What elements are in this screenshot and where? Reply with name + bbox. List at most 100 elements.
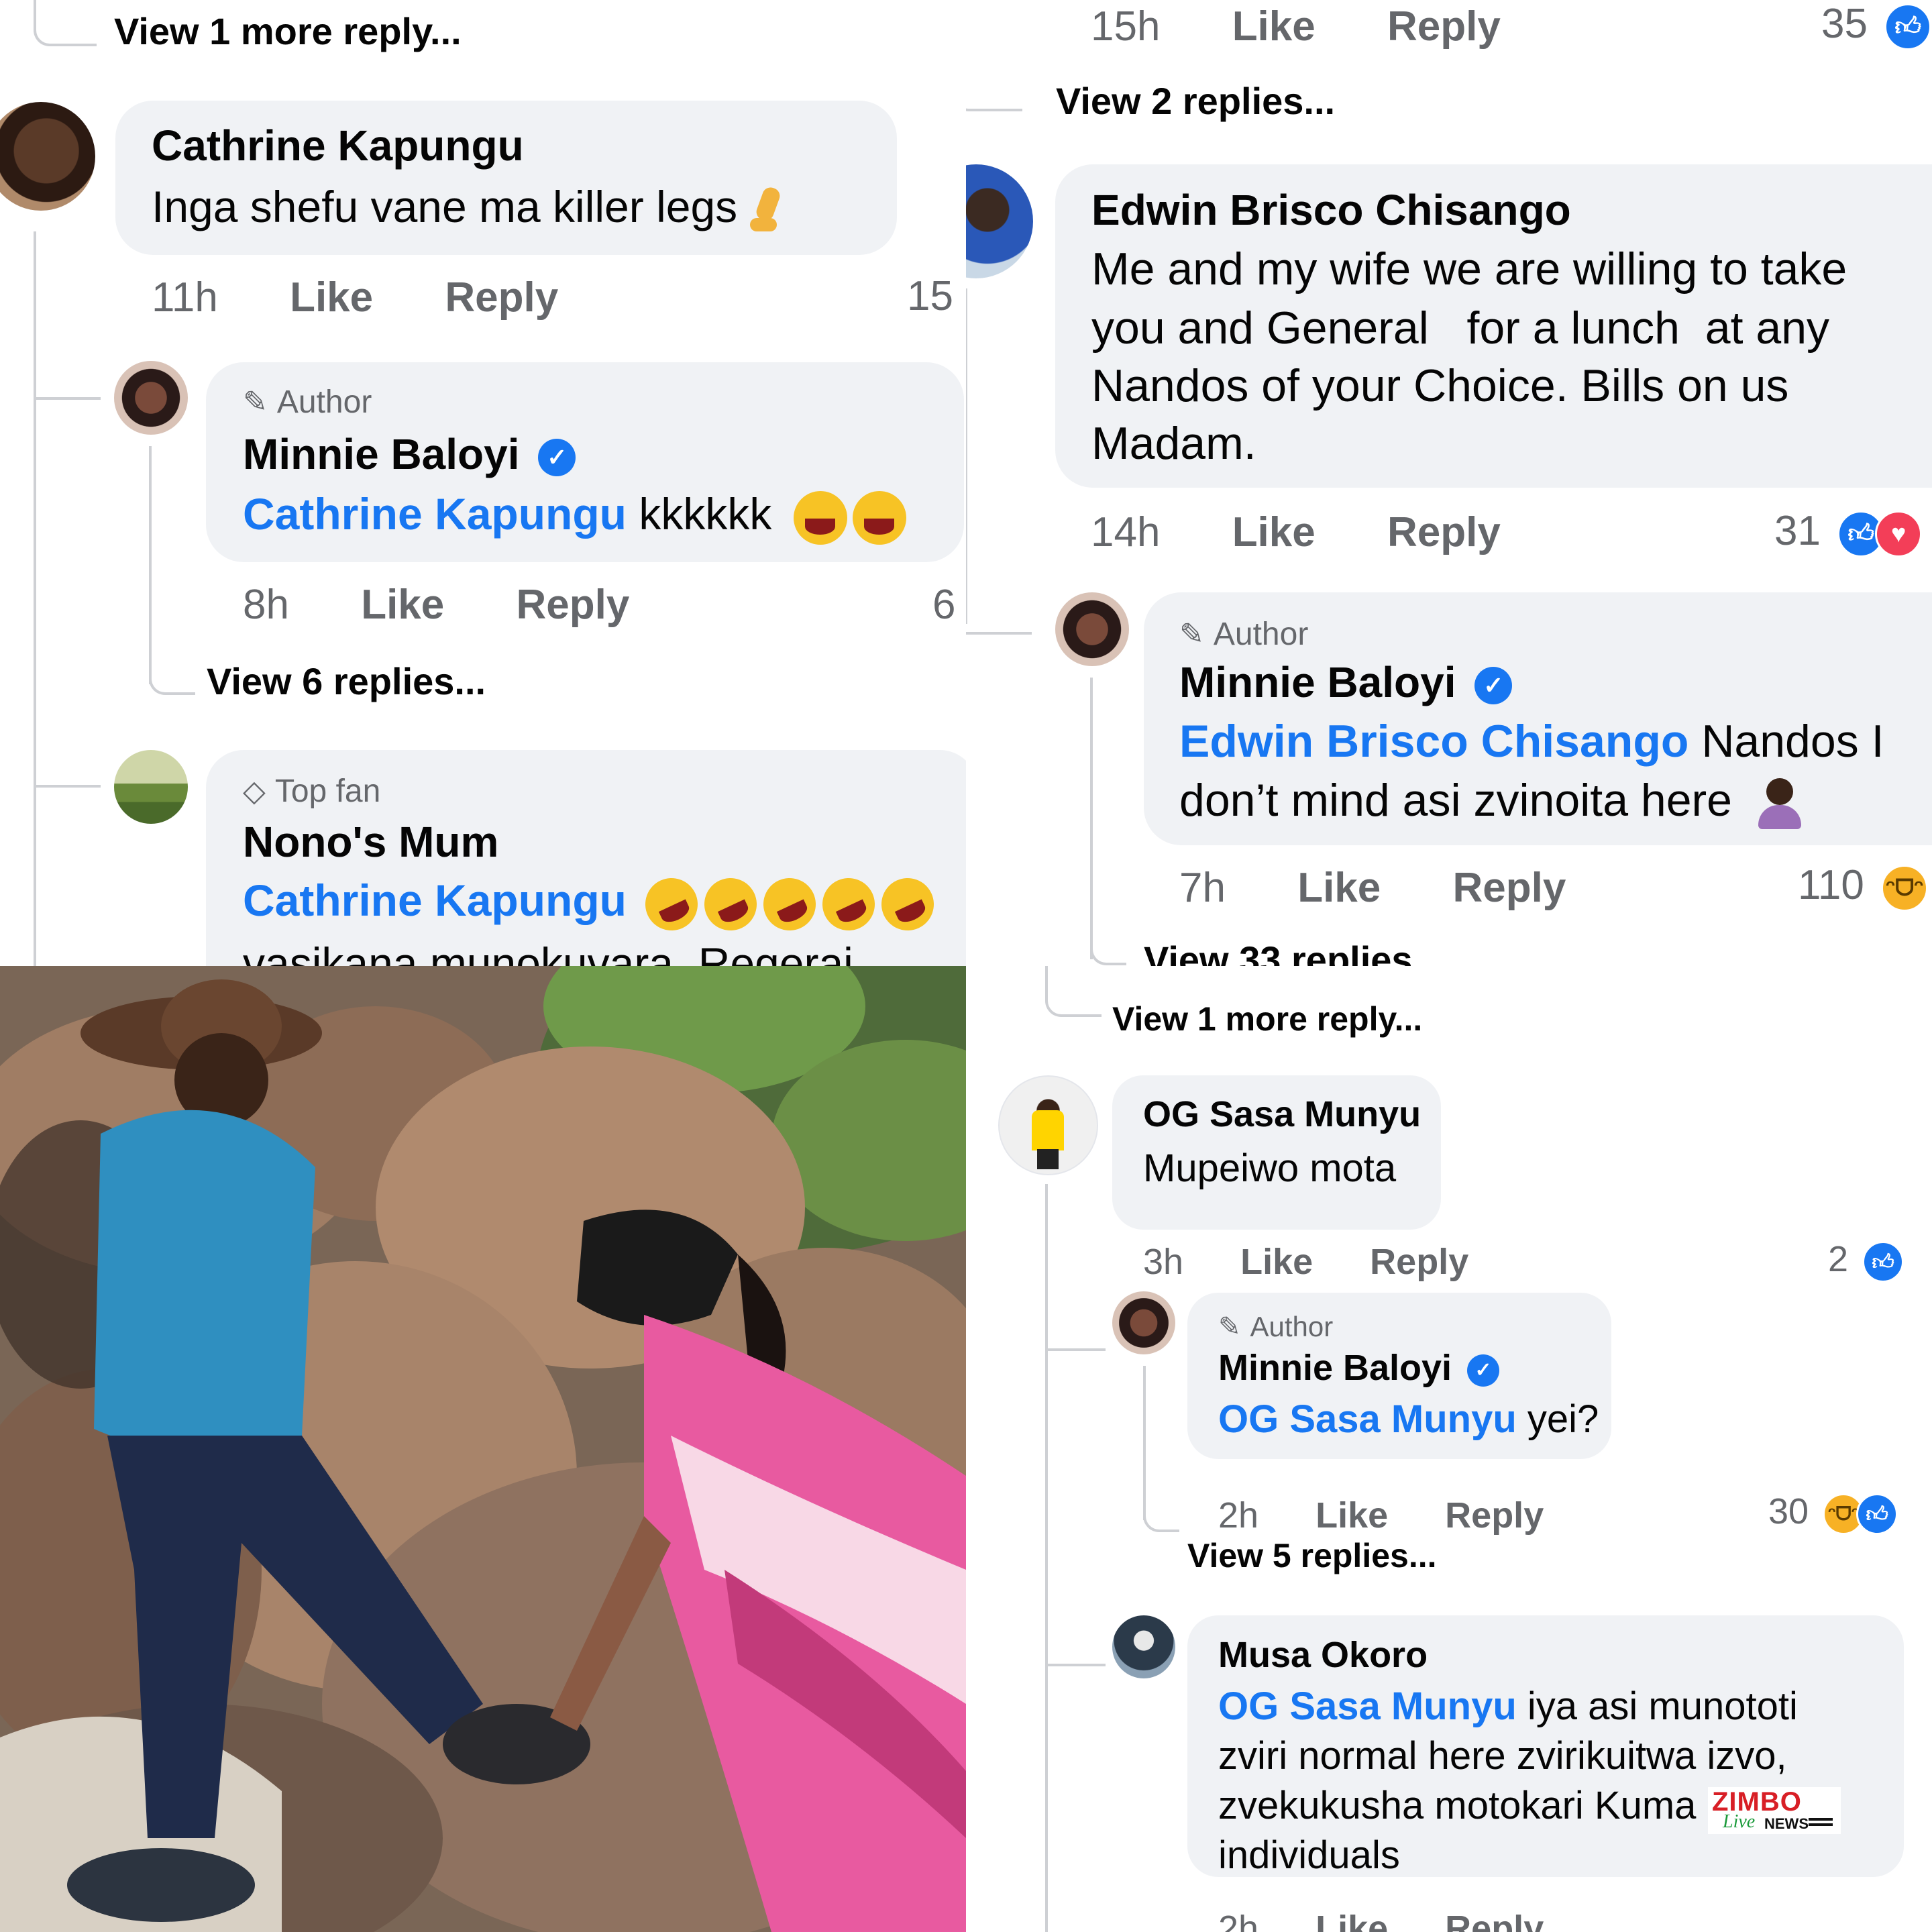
comment-time[interactable]: 2h (1218, 1495, 1258, 1536)
reply-button[interactable]: Reply (1387, 509, 1501, 555)
reply-button[interactable]: Reply (1387, 3, 1501, 50)
comment-author-name[interactable]: Minnie Baloyi ✓ (1218, 1347, 1500, 1389)
top-fan-badge: ◇ Top fan (243, 773, 380, 810)
comment-text-line: don’t mind asi zvinoita here (1179, 774, 1807, 830)
zimbo-live-news-watermark: ZIMBO Live NEWS (1708, 1787, 1841, 1834)
thread-line (149, 637, 195, 695)
comment-text-line: Me and my wife we are willing to take (1091, 244, 1847, 294)
view-more-replies-link[interactable]: View 1 more reply... (114, 9, 462, 53)
comment-author-name[interactable]: Edwin Brisco Chisango (1091, 185, 1571, 235)
like-button[interactable]: Like (290, 274, 373, 321)
comment-author-name[interactable]: Cathrine Kapungu (152, 121, 524, 170)
author-name-text: Minnie Baloyi (1179, 658, 1456, 706)
like-button[interactable]: Like (1297, 865, 1381, 911)
comment-time[interactable]: 3h (1143, 1242, 1183, 1282)
comment-text: Edwin Brisco Chisango Nandos I (1179, 715, 1884, 767)
thread-line (1090, 932, 1126, 965)
author-name-text: Minnie Baloyi (243, 430, 520, 478)
reaction-count[interactable]: 15 (907, 272, 953, 320)
photo (0, 966, 966, 1932)
rofl-emoji-icon (814, 869, 884, 939)
comment-text-body: iya asi munototi (1516, 1684, 1798, 1728)
reply-button[interactable]: Reply (1445, 1495, 1544, 1536)
haha-reaction-icon: ᵔᗜᵔ (1881, 864, 1929, 912)
like-reaction-icon: 👍︎ (1884, 3, 1932, 50)
comment-text-body: Inga shefu vane ma killer legs (152, 182, 738, 231)
avatar[interactable] (114, 361, 188, 435)
comment-text: Cathrine Kapungu (243, 869, 943, 939)
comment-text-line: Madam. (1091, 418, 1256, 469)
author-name-text: Minnie Baloyi (1218, 1348, 1452, 1388)
reaction-count[interactable]: 35 👍︎ (1821, 0, 1932, 50)
mention-link[interactable]: Cathrine Kapungu (243, 875, 627, 925)
comment-author-name[interactable]: Minnie Baloyi ✓ (1179, 657, 1513, 707)
avatar[interactable] (998, 1075, 1098, 1175)
comment-time[interactable]: 2h (1218, 1909, 1258, 1932)
reply-button[interactable]: Reply (445, 274, 558, 321)
thread-line (34, 0, 97, 46)
view-more-replies-link[interactable]: View 2 replies... (1056, 79, 1335, 123)
like-button[interactable]: Like (1316, 1909, 1388, 1932)
like-reaction-icon: 👍︎ (1862, 1240, 1904, 1283)
thread-line (1143, 1366, 1146, 1520)
like-button[interactable]: Like (361, 582, 444, 628)
reply-button[interactable]: Reply (1445, 1909, 1544, 1932)
avatar[interactable] (1112, 1291, 1175, 1354)
author-badge: ✎ Author (1179, 616, 1308, 653)
reaction-count[interactable]: 31 👍︎ ♥ (1774, 507, 1923, 557)
view-more-replies-link[interactable]: View 6 replies... (207, 659, 486, 703)
comment-text-body: yei? (1516, 1397, 1599, 1441)
view-more-replies-link[interactable]: View 1 more reply... (1112, 1000, 1422, 1038)
comment-text: OG Sasa Munyu iya asi munototi (1218, 1684, 1798, 1729)
avatar[interactable] (1112, 1615, 1175, 1678)
comment-time[interactable]: 8h (243, 582, 289, 628)
comment-text-line: individuals (1218, 1833, 1400, 1877)
mention-link[interactable]: OG Sasa Munyu (1218, 1684, 1517, 1728)
reply-button[interactable]: Reply (1453, 865, 1566, 911)
comment-text-line: zviri normal here zvirikuitwa izvo, (1218, 1734, 1787, 1778)
like-button[interactable]: Like (1240, 1242, 1313, 1282)
comment-author-name[interactable]: OG Sasa Munyu (1143, 1093, 1421, 1135)
mention-link[interactable]: OG Sasa Munyu (1218, 1397, 1517, 1441)
verified-badge-icon: ✓ (1474, 667, 1513, 705)
avatar[interactable] (966, 164, 1033, 278)
comment-author-name[interactable]: Nono's Mum (243, 817, 498, 867)
laughing-tears-emoji-icon (793, 490, 847, 545)
reaction-count[interactable]: 110 ᵔᗜᵔ (1798, 861, 1929, 912)
view-more-replies-link[interactable]: View 5 replies... (1187, 1536, 1437, 1575)
author-badge-label: Author (1250, 1311, 1334, 1342)
comment-time[interactable]: 11h (152, 274, 218, 321)
comment-author-name[interactable]: Musa Okoro (1218, 1634, 1428, 1676)
reply-button[interactable]: Reply (517, 582, 630, 628)
pencil-icon: ✎ (1179, 618, 1204, 651)
reaction-count-value: 35 (1821, 1, 1868, 47)
reaction-count[interactable]: 6 (932, 581, 955, 629)
reply-button[interactable]: Reply (1370, 1242, 1468, 1282)
like-button[interactable]: Like (1232, 509, 1316, 555)
thread-line (1045, 1610, 1106, 1666)
comment-text-line: zvekukusha motokari Kuma (1218, 1784, 1697, 1827)
comment-text: Mupeiwo mota (1143, 1146, 1397, 1190)
thread-line (1090, 678, 1093, 959)
comment-time[interactable]: 7h (1179, 865, 1226, 911)
diamond-icon: ◇ (243, 775, 266, 808)
comment-author-name[interactable]: Minnie Baloyi ✓ (243, 429, 576, 479)
avatar[interactable] (1055, 592, 1129, 666)
avatar[interactable] (0, 102, 95, 211)
reaction-count[interactable]: 30 ᵔᗜᵔ 👍︎ (1768, 1491, 1898, 1535)
comment-time[interactable]: 15h (1091, 3, 1160, 50)
like-button[interactable]: Like (1316, 1495, 1388, 1536)
author-badge-label: Author (276, 384, 372, 420)
avatar[interactable] (114, 750, 188, 824)
comment-time[interactable]: 14h (1091, 509, 1160, 555)
like-button[interactable]: Like (1232, 3, 1316, 50)
comment-text-body: Nandos I (1688, 716, 1884, 767)
mention-link[interactable]: Edwin Brisco Chisango (1179, 716, 1688, 767)
rofl-emoji-icon (637, 869, 707, 939)
thread-line (966, 0, 1022, 111)
view-more-replies-link[interactable]: View 33 replies (1144, 938, 1413, 966)
thread-line (966, 570, 1032, 635)
mention-link[interactable]: Cathrine Kapungu (243, 489, 627, 539)
comments-panel-top-right: 15h Like Reply 35 👍︎ View 2 replies... E… (966, 0, 1932, 966)
reaction-count[interactable]: 2 👍︎ (1828, 1238, 1904, 1283)
